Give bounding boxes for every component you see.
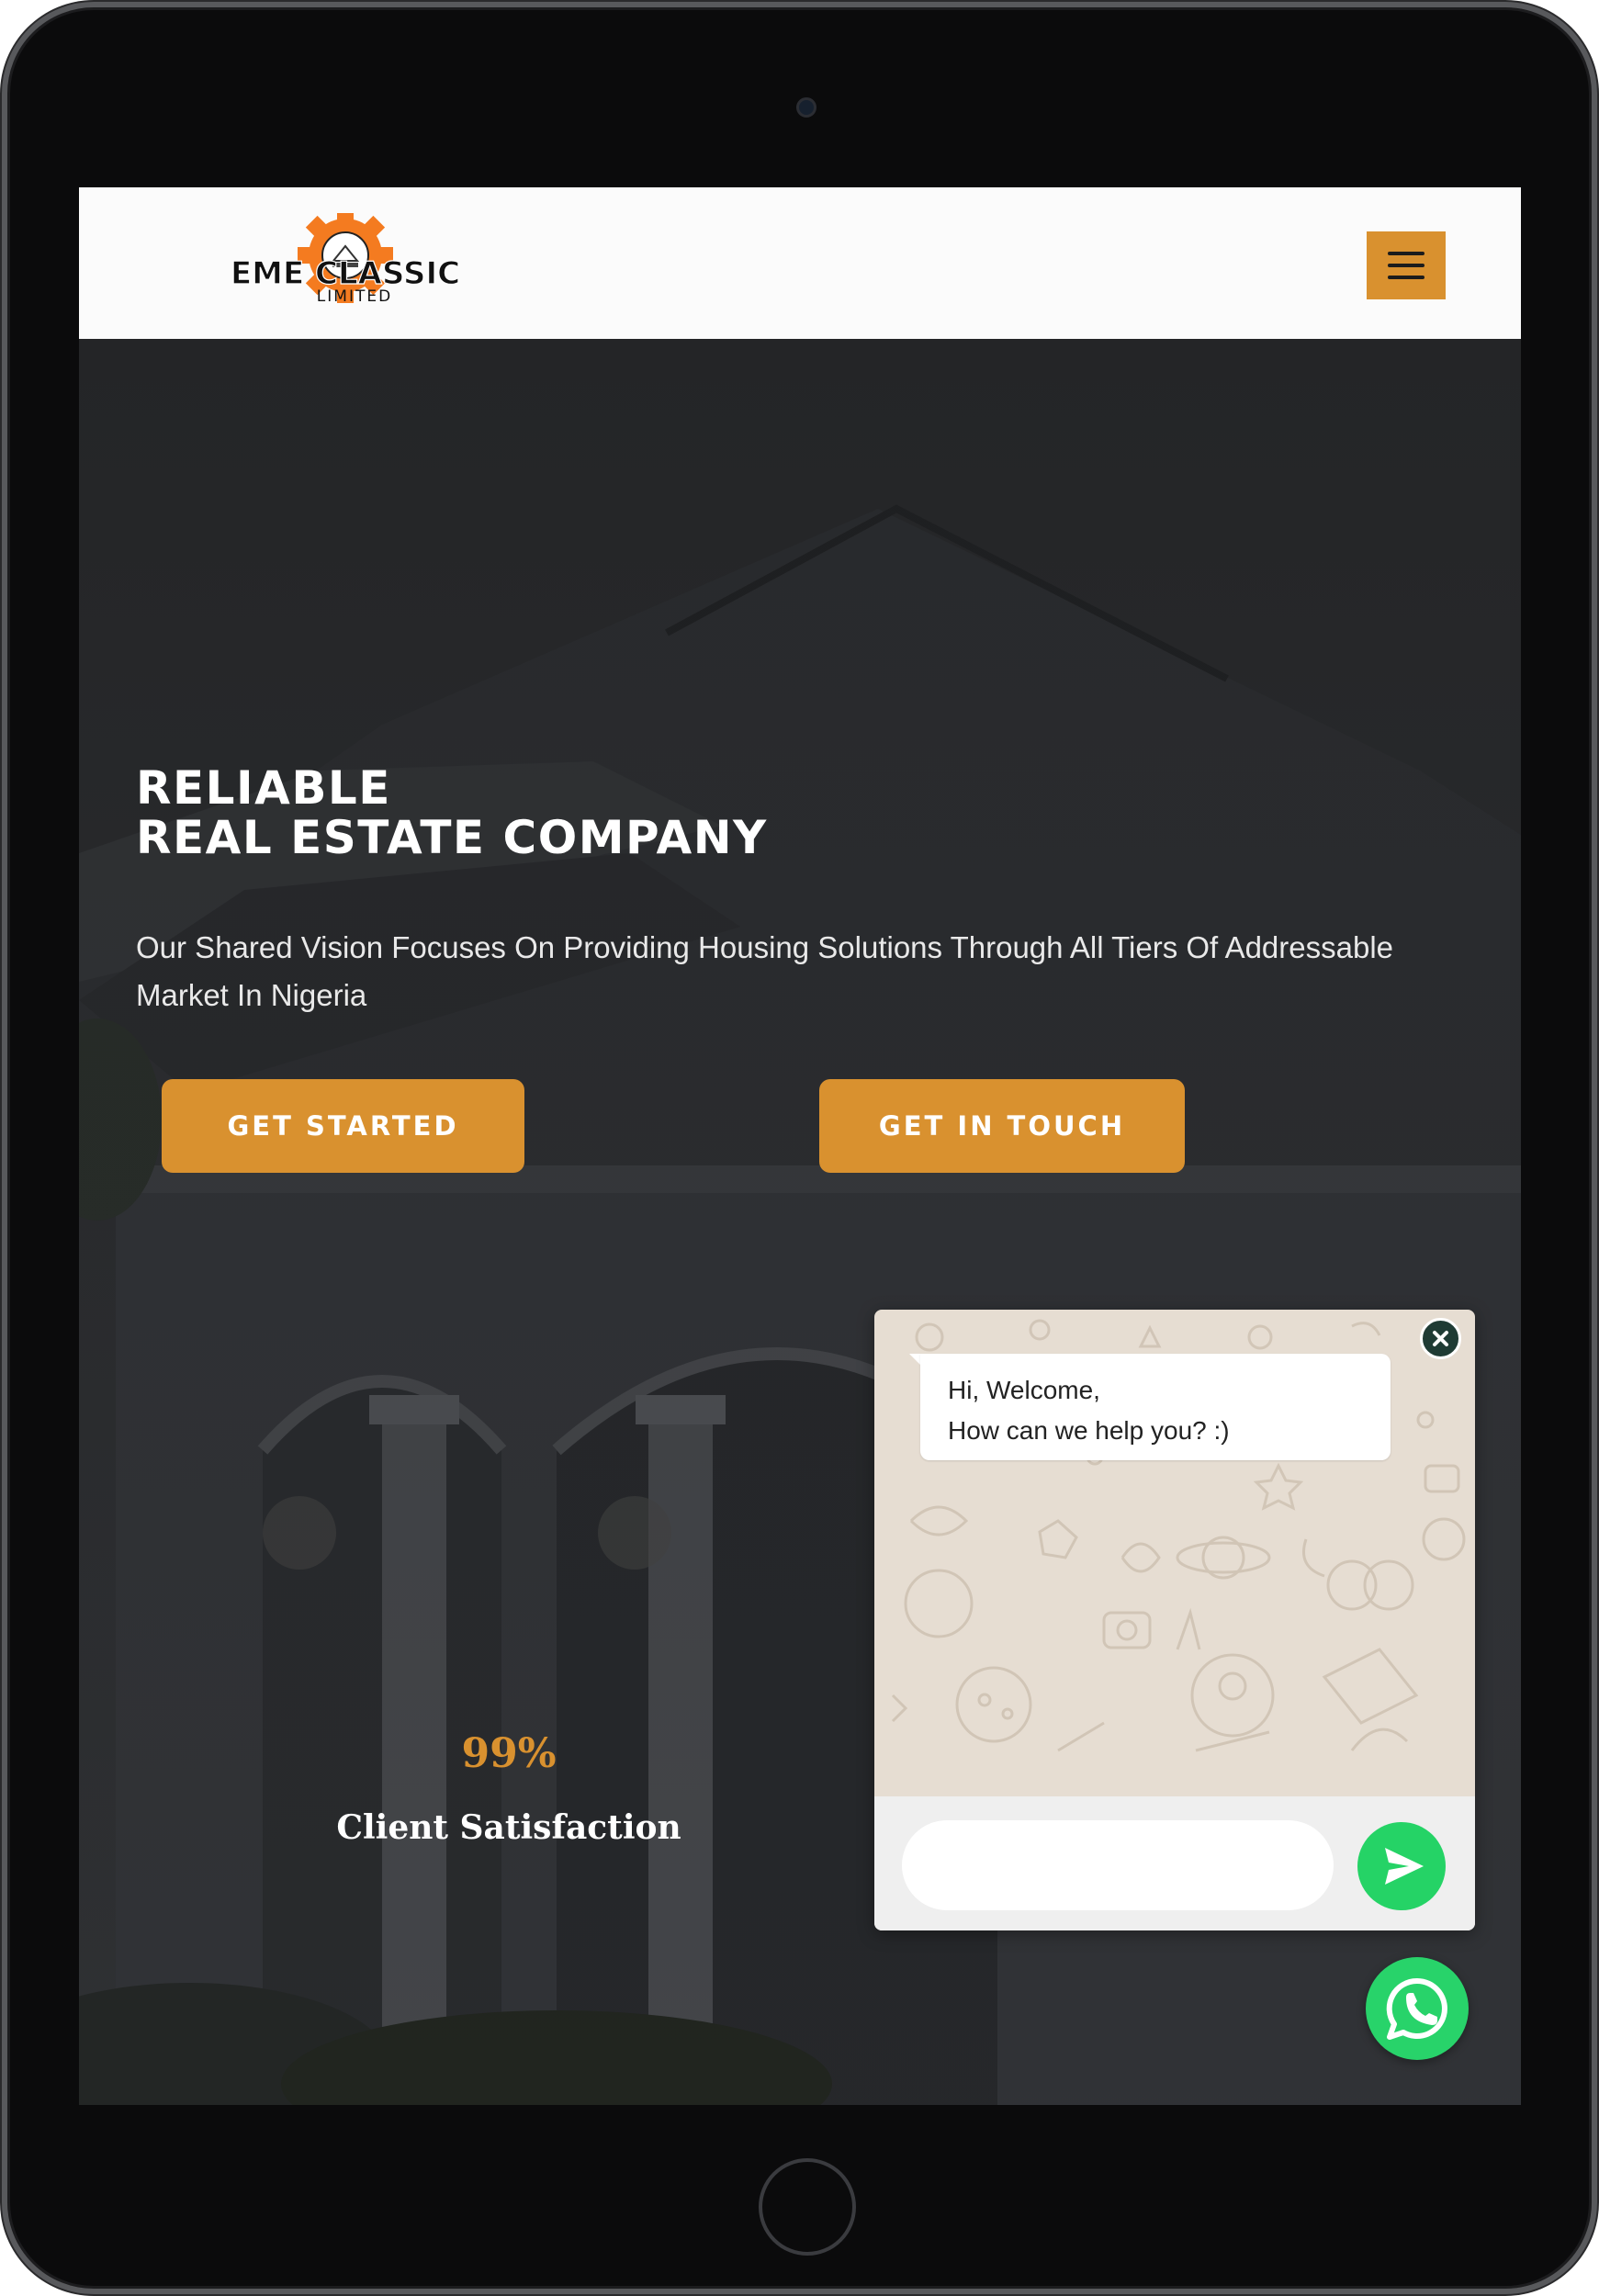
- close-icon: [1433, 1331, 1448, 1346]
- chat-message-input[interactable]: [902, 1820, 1334, 1910]
- stat-value: 99%: [461, 1730, 557, 1777]
- screen: EME CLASSIC LIMITED RELIABLE REAL ESTATE…: [79, 187, 1521, 2105]
- front-camera: [796, 97, 816, 118]
- get-started-button[interactable]: GET STARTED: [162, 1079, 524, 1173]
- get-in-touch-button[interactable]: GET IN TOUCH: [819, 1079, 1185, 1173]
- whatsapp-button[interactable]: [1366, 1957, 1469, 2060]
- site-header: EME CLASSIC LIMITED: [79, 187, 1521, 339]
- logo-gear-icon: EME CLASSIC LIMITED: [230, 208, 461, 306]
- hero-title-line1: RELIABLE: [136, 761, 391, 815]
- brand-logo[interactable]: EME CLASSIC LIMITED: [208, 208, 483, 314]
- chat-greeting-bubble: Hi, Welcome, How can we help you? :): [920, 1354, 1391, 1460]
- whatsapp-icon: [1386, 1977, 1447, 2040]
- hero-title: RELIABLE REAL ESTATE COMPANY: [136, 763, 768, 862]
- chat-widget: Hi, Welcome, How can we help you? :): [874, 1310, 1475, 1930]
- send-icon: [1385, 1848, 1424, 1885]
- hero-description: Our Shared Vision Focuses On Providing H…: [136, 930, 1394, 1012]
- chat-footer: [874, 1796, 1475, 1930]
- chat-greeting-line2: How can we help you? :): [948, 1416, 1230, 1445]
- chat-send-button[interactable]: [1357, 1822, 1446, 1910]
- home-button[interactable]: [759, 2158, 856, 2256]
- chat-close-button[interactable]: [1420, 1318, 1461, 1359]
- stat-label: Client Satisfaction: [336, 1808, 681, 1847]
- hamburger-menu-icon: [1388, 252, 1424, 255]
- chat-greeting-line1: Hi, Welcome,: [948, 1376, 1100, 1404]
- menu-button[interactable]: [1367, 231, 1446, 299]
- hero-title-line2: REAL ESTATE COMPANY: [136, 811, 768, 864]
- logo-suffix-text: LIMITED: [317, 287, 392, 306]
- logo-brand-text: EME CLASSIC: [231, 255, 460, 292]
